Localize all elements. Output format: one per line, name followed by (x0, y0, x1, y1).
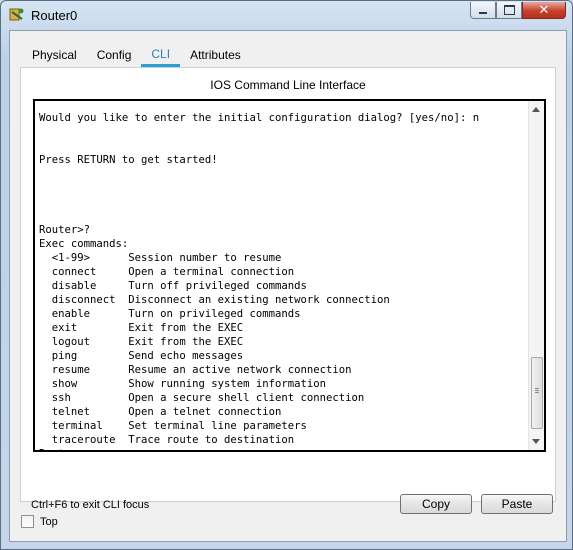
tab-physical[interactable]: Physical (22, 43, 87, 67)
top-checkbox[interactable] (21, 515, 34, 528)
caption-buttons: ✕ (470, 2, 566, 20)
router-window: Router0 ✕ Physical Config CLI Attributes… (0, 0, 573, 550)
copy-button[interactable]: Copy (400, 494, 472, 514)
client-area: Physical Config CLI Attributes IOS Comma… (9, 30, 567, 542)
paste-button[interactable]: Paste (481, 494, 553, 514)
scroll-thumb[interactable] (531, 357, 543, 429)
cli-focus-hint: Ctrl+F6 to exit CLI focus (31, 499, 150, 511)
grip-icon (535, 388, 539, 389)
tab-attributes[interactable]: Attributes (180, 43, 251, 67)
close-button[interactable]: ✕ (522, 2, 566, 19)
cli-panel: IOS Command Line Interface Would you lik… (20, 67, 556, 514)
top-label: Top (40, 515, 58, 528)
scroll-down-arrow-icon[interactable] (532, 439, 540, 444)
minimize-button[interactable] (470, 2, 496, 19)
console-output[interactable]: Would you like to enter the initial conf… (39, 111, 524, 450)
tab-config[interactable]: Config (87, 43, 142, 67)
scroll-up-arrow-icon[interactable] (532, 107, 540, 112)
maximize-button[interactable] (496, 2, 522, 19)
window-title: Router0 (31, 8, 78, 23)
close-icon: ✕ (538, 2, 550, 18)
console-scrollbar[interactable] (528, 101, 544, 450)
tab-bar: Physical Config CLI Attributes (22, 43, 251, 67)
minimize-icon (479, 12, 487, 14)
cli-console[interactable]: Would you like to enter the initial conf… (33, 99, 546, 452)
router-app-icon (9, 7, 25, 23)
top-option: Top (21, 515, 58, 528)
tab-cli[interactable]: CLI (141, 43, 181, 67)
maximize-icon (503, 5, 515, 15)
title-bar[interactable]: Router0 ✕ (1, 1, 572, 29)
panel-title: IOS Command Line Interface (210, 78, 366, 92)
